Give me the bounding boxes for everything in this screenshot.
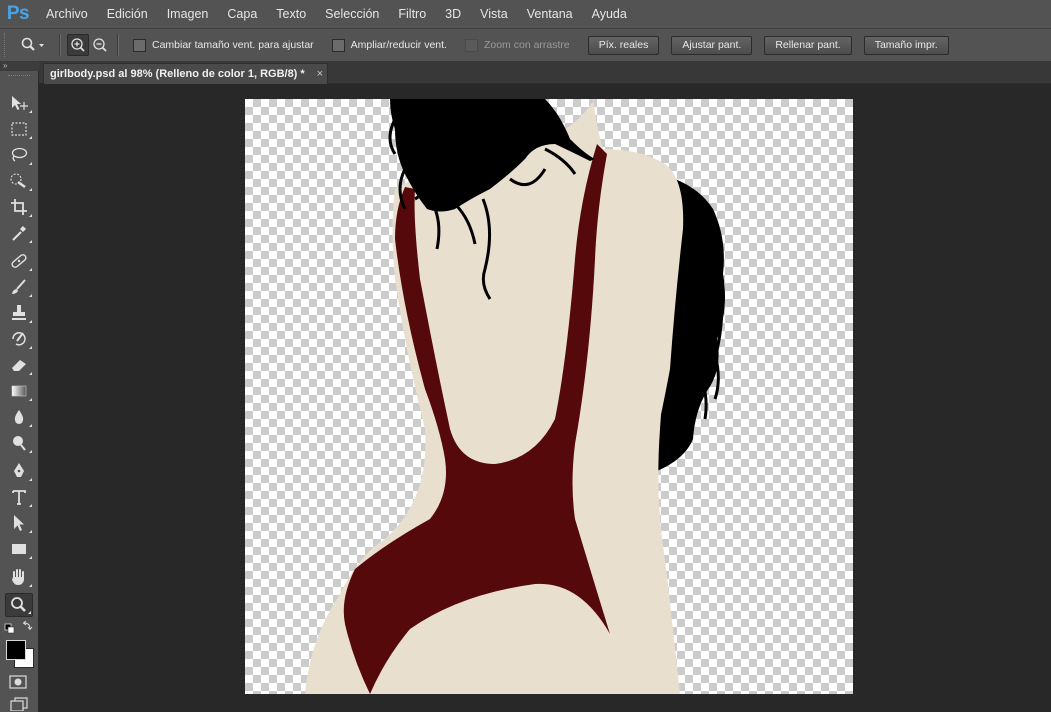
- pen-icon: [14, 463, 24, 477]
- document-tab-bar: girlbody.psd al 98% (Relleno de color 1,…: [39, 61, 1051, 84]
- move-tool[interactable]: [5, 91, 33, 115]
- quick-selection-tool[interactable]: [5, 169, 33, 193]
- photoshop-logo: Ps: [6, 3, 30, 24]
- tools-panel: »: [0, 61, 39, 712]
- menu-imagen[interactable]: Imagen: [157, 0, 218, 28]
- scrubby-zoom-checkbox[interactable]: [464, 38, 478, 52]
- history-brush-tool[interactable]: [5, 327, 33, 351]
- separator: [117, 34, 119, 56]
- document-tab[interactable]: girlbody.psd al 98% (Relleno de color 1,…: [43, 63, 328, 84]
- hand-icon: [12, 569, 24, 585]
- scrubby-zoom-label: Zoom con arrastre: [483, 39, 570, 51]
- zoom-all-windows-label: Ampliar/reducir vent.: [350, 39, 447, 51]
- dodge-tool[interactable]: [5, 431, 33, 455]
- eyedropper-tool[interactable]: [5, 221, 33, 245]
- options-bar: Cambiar tamaño vent. para ajustar Amplia…: [0, 28, 1051, 61]
- clone-stamp-tool[interactable]: [5, 301, 33, 325]
- tools-collapse-button[interactable]: »: [0, 61, 39, 71]
- menu-ayuda[interactable]: Ayuda: [582, 0, 636, 28]
- pen-tool[interactable]: [5, 459, 33, 483]
- dodge-icon: [13, 436, 26, 451]
- zoom-tool[interactable]: [5, 593, 33, 617]
- hand-tool[interactable]: [5, 565, 33, 589]
- marquee-tool[interactable]: [5, 117, 33, 141]
- resize-windows-label: Cambiar tamaño vent. para ajustar: [152, 39, 314, 51]
- print-size-button[interactable]: Tamaño impr.: [863, 35, 949, 55]
- rectangle-icon: [12, 544, 26, 554]
- actual-pixels-button[interactable]: Píx. reales: [587, 35, 660, 55]
- close-icon[interactable]: ×: [317, 68, 323, 80]
- healing-brush-tool[interactable]: [5, 249, 33, 273]
- zoom-in-icon: [71, 38, 85, 52]
- tools-panel-grip[interactable]: [8, 75, 30, 79]
- move-icon: [12, 96, 28, 110]
- separator: [59, 34, 61, 56]
- type-icon: [12, 490, 26, 505]
- default-colors-icon[interactable]: [4, 620, 36, 634]
- screen-mode-icon[interactable]: [9, 697, 29, 711]
- canvas-area[interactable]: [39, 84, 1051, 712]
- menu-bar: Ps Archivo Edición Imagen Capa Texto Sel…: [0, 0, 1051, 28]
- menu-edicion[interactable]: Edición: [97, 0, 157, 28]
- lasso-icon: [11, 147, 28, 162]
- menu-capa[interactable]: Capa: [217, 0, 266, 28]
- foreground-color-swatch[interactable]: [6, 640, 26, 660]
- brush-tool[interactable]: [5, 275, 33, 299]
- gradient-tool[interactable]: [5, 379, 33, 403]
- crop-icon: [11, 199, 27, 215]
- menu-filtro[interactable]: Filtro: [388, 0, 435, 28]
- menu-seleccion[interactable]: Selección: [315, 0, 388, 28]
- zoom-in-button[interactable]: [67, 34, 89, 56]
- tool-preset-picker[interactable]: [13, 33, 53, 57]
- menu-ventana[interactable]: Ventana: [517, 0, 582, 28]
- fill-screen-button[interactable]: Rellenar pant.: [764, 35, 852, 55]
- zoom-icon: [21, 37, 44, 51]
- gradient-icon: [11, 385, 27, 397]
- drop-icon: [14, 410, 24, 424]
- eraser-icon: [12, 360, 26, 371]
- marquee-icon: [11, 122, 27, 136]
- eyedropper-icon: [12, 226, 26, 241]
- arrow-icon: [14, 515, 24, 531]
- menu-vista[interactable]: Vista: [470, 0, 517, 28]
- document-canvas[interactable]: [245, 99, 853, 694]
- document-tab-title: girlbody.psd al 98% (Relleno de color 1,…: [50, 68, 305, 80]
- artwork-illustration: [305, 99, 725, 694]
- rectangle-tool[interactable]: [5, 537, 33, 561]
- menu-archivo[interactable]: Archivo: [36, 0, 97, 28]
- fit-screen-button[interactable]: Ajustar pant.: [671, 35, 753, 55]
- type-tool[interactable]: [5, 485, 33, 509]
- menu-3d[interactable]: 3D: [435, 0, 470, 28]
- zoom-out-button[interactable]: [89, 34, 111, 56]
- quick-mask-icon[interactable]: [9, 675, 29, 689]
- options-bar-grip[interactable]: [4, 33, 13, 57]
- eraser-tool[interactable]: [5, 353, 33, 377]
- blur-tool[interactable]: [5, 405, 33, 429]
- zoom-icon: [11, 597, 26, 612]
- zoom-all-windows-checkbox[interactable]: [331, 38, 345, 52]
- zoom-out-icon: [93, 38, 107, 52]
- resize-windows-checkbox[interactable]: [133, 38, 146, 52]
- color-swatches: [5, 638, 35, 668]
- bandage-icon: [11, 254, 27, 268]
- lasso-tool[interactable]: [5, 143, 33, 167]
- stamp-icon: [12, 305, 26, 320]
- crop-tool[interactable]: [5, 195, 33, 219]
- history-brush-icon: [12, 332, 26, 346]
- quick-selection-icon: [10, 173, 26, 189]
- brush-icon: [12, 279, 26, 294]
- menu-texto[interactable]: Texto: [266, 0, 315, 28]
- path-selection-tool[interactable]: [5, 511, 33, 535]
